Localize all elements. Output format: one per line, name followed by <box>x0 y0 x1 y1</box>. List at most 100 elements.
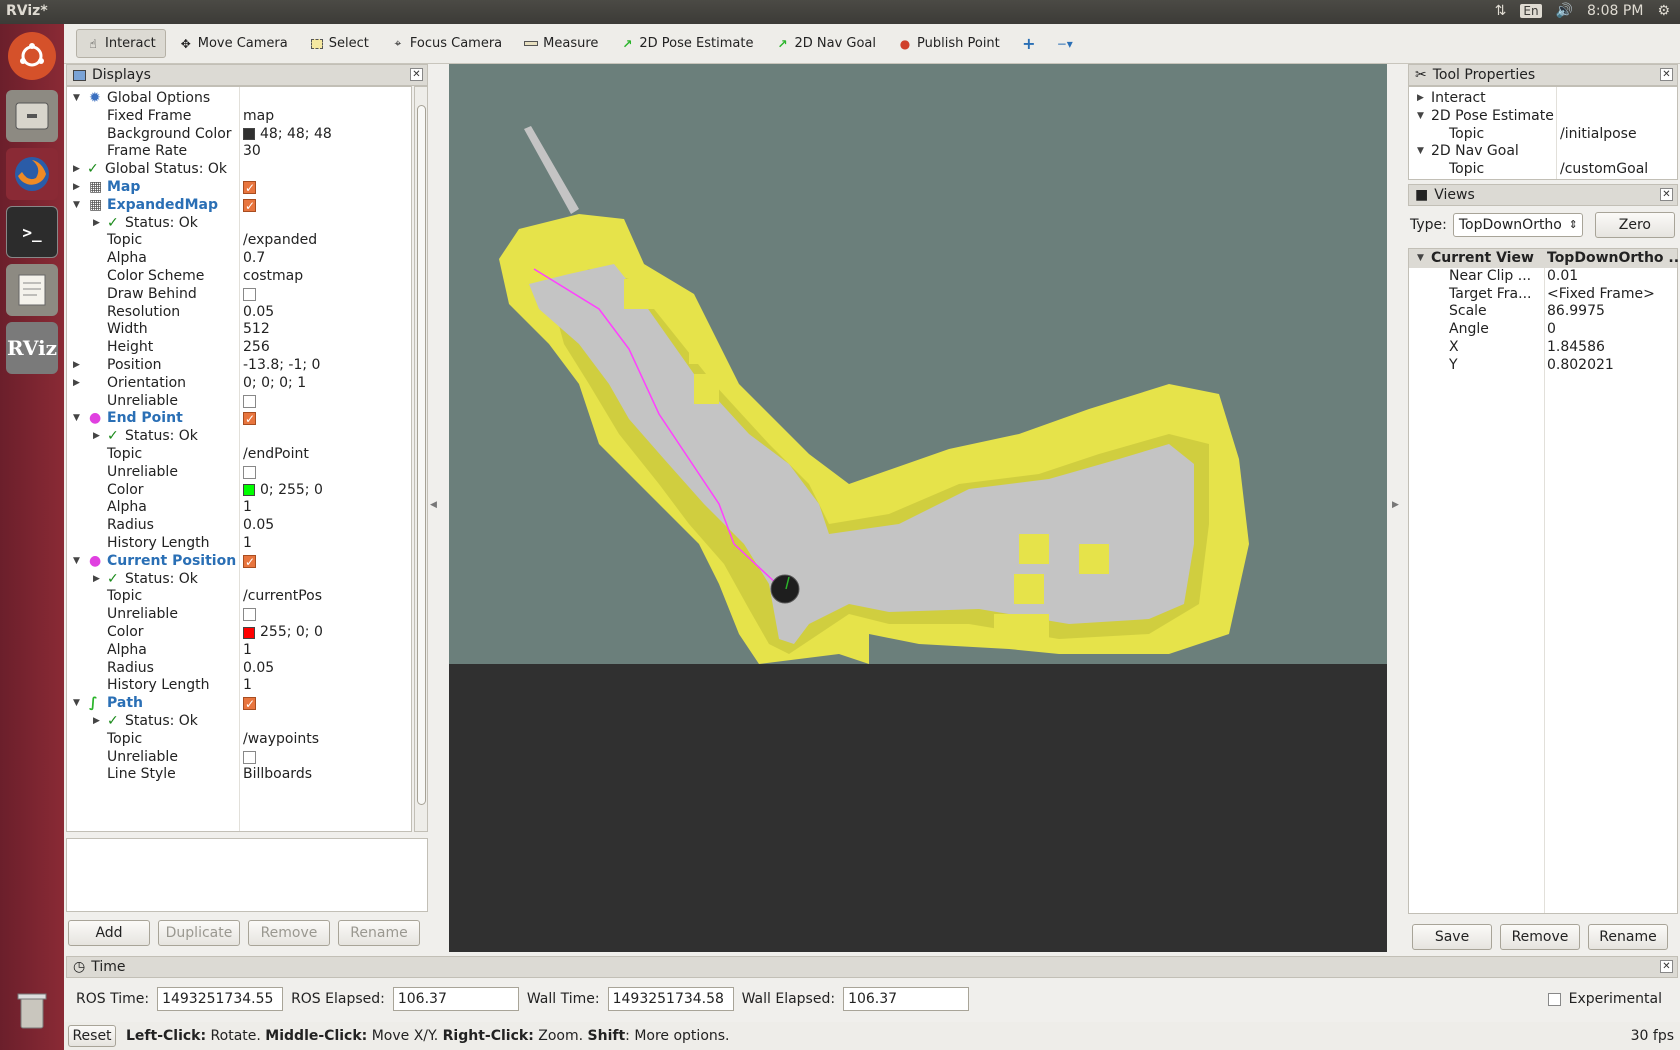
expand-arrow-icon[interactable]: ▼ <box>73 196 80 215</box>
property-value[interactable]: 1 <box>243 498 252 517</box>
property-value[interactable] <box>243 392 256 408</box>
display-tree-row[interactable]: Width 512 <box>67 320 411 339</box>
display-tree-row[interactable]: Unreliable <box>67 748 411 767</box>
nav-goal-tool-button[interactable]: ↗ 2D Nav Goal <box>766 30 885 57</box>
property-value[interactable]: 1 <box>243 534 252 553</box>
enable-checkbox[interactable] <box>243 553 256 572</box>
network-icon[interactable]: ⇅ <box>1495 3 1507 19</box>
property-value[interactable] <box>243 463 256 479</box>
display-tree-row[interactable]: Unreliable <box>67 463 411 482</box>
property-value[interactable]: 512 <box>243 320 270 339</box>
display-tree-row[interactable]: ▶ ✓ Status: Ok <box>67 427 411 446</box>
close-icon[interactable]: ✕ <box>1660 960 1673 973</box>
experimental-checkbox[interactable] <box>1547 992 1561 1006</box>
view-property-row[interactable]: Near Clip ... 0.01 <box>1409 267 1677 286</box>
property-value[interactable]: 1 <box>243 641 252 660</box>
property-value[interactable]: <Fixed Frame> <box>1547 285 1655 304</box>
reset-button[interactable]: Reset <box>68 1025 116 1047</box>
property-value[interactable]: 256 <box>243 338 270 357</box>
property-value[interactable] <box>243 552 256 572</box>
wall-elapsed-field[interactable]: 106.37 <box>843 987 970 1011</box>
view-property-row[interactable]: Target Fra... <Fixed Frame> <box>1409 285 1677 304</box>
display-tree-row[interactable]: ▼ ∫ Path <box>67 694 411 714</box>
ros-elapsed-field[interactable]: 106.37 <box>392 987 519 1011</box>
remove-tool-button[interactable]: −▾ <box>1049 31 1081 57</box>
render-viewport[interactable] <box>449 64 1387 952</box>
enable-checkbox[interactable] <box>243 197 256 216</box>
collapse-arrow-icon[interactable]: ▶ <box>93 214 100 233</box>
property-value[interactable] <box>243 178 256 198</box>
property-value[interactable]: 0.05 <box>243 303 274 322</box>
close-icon[interactable]: ✕ <box>410 68 423 81</box>
display-tree-row[interactable]: ▼ ● Current Position <box>67 552 411 572</box>
enable-checkbox[interactable] <box>243 608 256 622</box>
view-type-select[interactable]: TopDownOrtho <box>1452 213 1583 237</box>
wall-time-field[interactable]: 1493251734.58 <box>607 987 734 1011</box>
property-value[interactable]: 0.05 <box>243 516 274 535</box>
display-tree-row[interactable]: Fixed Frame map <box>67 107 411 126</box>
display-tree-row[interactable]: Color 255; 0; 0 <box>67 623 411 642</box>
add-display-button[interactable]: Add <box>68 920 150 946</box>
expand-arrow-icon[interactable]: ▼ <box>1417 142 1424 161</box>
display-tree-row[interactable]: ▶ ▦ Map <box>67 178 411 198</box>
property-value[interactable]: 0.05 <box>243 659 274 678</box>
property-value[interactable]: 0.7 <box>243 249 265 268</box>
property-value[interactable]: 0; 255; 0 <box>243 481 323 500</box>
property-value[interactable]: 1.84586 <box>1547 338 1605 357</box>
display-tree-row[interactable]: Unreliable <box>67 605 411 624</box>
display-tree-row[interactable]: ▼ ● End Point <box>67 409 411 429</box>
display-tree-row[interactable]: Topic/currentPos <box>67 587 411 606</box>
color-swatch[interactable] <box>243 484 255 497</box>
view-property-row[interactable]: Y 0.802021 <box>1409 356 1677 375</box>
display-tree-row[interactable]: Alpha 1 <box>67 641 411 660</box>
close-icon[interactable]: ✕ <box>1660 68 1673 81</box>
display-tree-row[interactable]: Color Scheme costmap <box>67 267 411 286</box>
property-value[interactable]: /initialpose <box>1560 125 1637 144</box>
display-tree-row[interactable]: History Length 1 <box>67 534 411 553</box>
display-tree-row[interactable]: Unreliable <box>67 392 411 411</box>
collapse-arrow-icon[interactable]: ▶ <box>93 570 100 589</box>
display-tree-row[interactable]: Alpha 0.7 <box>67 249 411 268</box>
pose-estimate-tool-button[interactable]: ↗ 2D Pose Estimate <box>611 30 762 57</box>
display-tree-row[interactable]: Alpha 1 <box>67 498 411 517</box>
publish-point-tool-button[interactable]: ● Publish Point <box>889 30 1009 57</box>
tool-property-row[interactable]: Topic/customGoal <box>1409 160 1677 179</box>
remove-view-button[interactable]: Remove <box>1500 924 1580 950</box>
tool-property-row[interactable]: ▼ 2D Pose Estimate <box>1409 107 1677 126</box>
left-splitter-arrow[interactable]: ◀ <box>430 500 437 510</box>
trash-icon[interactable] <box>6 984 58 1036</box>
property-value[interactable] <box>243 605 256 622</box>
files-icon[interactable] <box>6 90 58 142</box>
display-tree-row[interactable]: Color 0; 255; 0 <box>67 481 411 500</box>
select-tool-button[interactable]: Select <box>301 30 378 57</box>
focus-camera-tool-button[interactable]: ⌖ Focus Camera <box>382 30 511 57</box>
view-property-row[interactable]: X 1.84586 <box>1409 338 1677 357</box>
display-tree-row[interactable]: Radius 0.05 <box>67 659 411 678</box>
power-icon[interactable]: ⚙ <box>1657 3 1670 19</box>
property-value[interactable]: /customGoal <box>1560 160 1648 179</box>
display-tree-row[interactable]: ▶ ✓ Global Status: Ok <box>67 160 411 179</box>
rviz-icon[interactable]: RViz <box>6 322 58 374</box>
property-value[interactable]: /currentPos <box>243 587 322 606</box>
property-value[interactable] <box>243 694 256 714</box>
display-tree-row[interactable]: Topic/endPoint <box>67 445 411 464</box>
display-tree-row[interactable]: ▶ ✓ Status: Ok <box>67 712 411 731</box>
display-tree-row[interactable]: History Length 1 <box>67 676 411 695</box>
display-tree-row[interactable]: Draw Behind <box>67 285 411 304</box>
text-editor-icon[interactable] <box>6 264 58 316</box>
color-swatch[interactable] <box>243 626 255 639</box>
right-splitter-arrow[interactable]: ▶ <box>1392 500 1399 510</box>
collapse-arrow-icon[interactable]: ▶ <box>93 427 100 446</box>
collapse-arrow-icon[interactable]: ▶ <box>73 178 80 197</box>
collapse-arrow-icon[interactable]: ▶ <box>73 374 80 393</box>
add-tool-button[interactable]: + <box>1013 31 1045 57</box>
enable-checkbox[interactable] <box>243 695 256 714</box>
tool-property-row[interactable]: ▼ 2D Nav Goal <box>1409 142 1677 161</box>
ros-time-field[interactable]: 1493251734.55 <box>157 987 284 1011</box>
property-value[interactable]: 0; 0; 0; 1 <box>243 374 306 393</box>
expand-arrow-icon[interactable]: ▼ <box>73 694 80 713</box>
current-view-row[interactable]: ▼ Current View TopDownOrtho ... <box>1409 249 1680 268</box>
display-tree-row[interactable]: Line Style Billboards <box>67 765 411 784</box>
enable-checkbox[interactable] <box>243 287 256 301</box>
display-tree-row[interactable]: Radius 0.05 <box>67 516 411 535</box>
